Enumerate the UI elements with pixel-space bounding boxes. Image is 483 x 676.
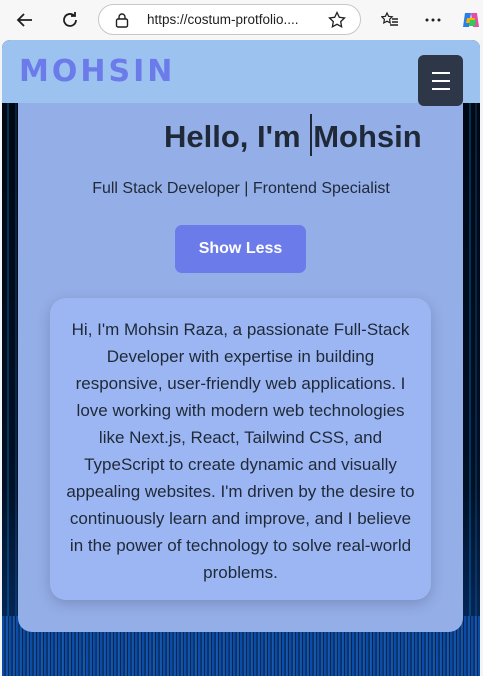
hero-heading: Hello, I'm Mohsin (164, 114, 422, 160)
greeting-text: Hello, I'm (164, 119, 310, 155)
address-bar[interactable]: https://costum-protfolio.... (98, 4, 361, 35)
site-logo[interactable]: MOHSIN (19, 54, 175, 89)
url-text[interactable]: https://costum-protfolio.... (147, 12, 313, 27)
back-arrow-icon[interactable] (11, 6, 39, 34)
lock-icon[interactable] (115, 12, 129, 33)
about-card: Hi, I'm Mohsin Raza, a passionate Full-S… (50, 298, 431, 600)
typing-caret (310, 114, 313, 156)
hamburger-menu-icon (431, 69, 450, 93)
star-icon[interactable] (328, 10, 346, 34)
reload-icon[interactable] (56, 6, 84, 34)
show-less-button[interactable]: Show Less (175, 225, 306, 273)
more-icon[interactable] (419, 6, 447, 34)
about-text: Hi, I'm Mohsin Raza, a passionate Full-S… (66, 320, 415, 582)
navbar: MOHSIN (2, 40, 480, 103)
browser-toolbar: https://costum-protfolio.... (0, 0, 483, 40)
favorites-icon[interactable] (376, 6, 404, 34)
copilot-icon[interactable] (457, 6, 483, 34)
menu-button[interactable] (418, 55, 463, 106)
page-viewport: MOHSIN Hello, I'm Mohsin Full Stack Deve… (2, 40, 480, 676)
hero-name: Mohsin (313, 119, 422, 155)
hero-subtitle: Full Stack Developer | Frontend Speciali… (92, 180, 390, 197)
